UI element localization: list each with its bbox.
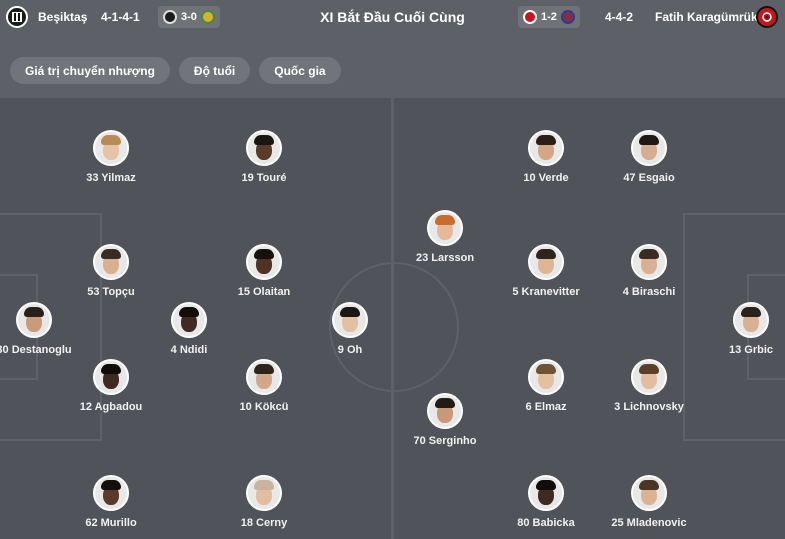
player-name[interactable]: 30 Destanoglu <box>0 344 89 357</box>
player-avatar[interactable] <box>528 359 564 395</box>
player-name[interactable]: 9 Oh <box>295 344 405 357</box>
player-avatar[interactable] <box>528 475 564 511</box>
player-name[interactable]: 10 Kökcü <box>209 401 319 414</box>
home-player[interactable]: 15 Olaitan <box>209 244 319 299</box>
home-player[interactable]: 30 Destanoglu <box>0 302 89 357</box>
player-avatar[interactable] <box>246 359 282 395</box>
opponent-mini-icon <box>560 10 575 24</box>
player-avatar[interactable] <box>246 475 282 511</box>
player-avatar[interactable] <box>528 244 564 280</box>
player-avatar[interactable] <box>631 130 667 166</box>
player-name[interactable]: 23 Larsson <box>390 252 500 265</box>
player-avatar[interactable] <box>93 244 129 280</box>
player-name[interactable]: 80 Babicka <box>491 517 601 530</box>
player-avatar[interactable] <box>16 302 52 338</box>
home-player[interactable]: 12 Agbadou <box>56 359 166 414</box>
away-team-name[interactable]: Fatih Karagümrük <box>655 10 758 24</box>
filter-market-value[interactable]: Giá trị chuyển nhượng <box>10 57 170 84</box>
player-avatar[interactable] <box>93 130 129 166</box>
player-name[interactable]: 53 Topçu <box>56 286 166 299</box>
player-name[interactable]: 4 Ndidi <box>134 344 244 357</box>
player-avatar[interactable] <box>631 475 667 511</box>
filter-nationality[interactable]: Quốc gia <box>259 57 341 84</box>
filter-age[interactable]: Độ tuổi <box>178 57 251 84</box>
away-player[interactable]: 10 Verde <box>491 130 601 185</box>
player-name[interactable]: 47 Esgaio <box>594 172 704 185</box>
player-name[interactable]: 4 Biraschi <box>594 286 704 299</box>
away-player[interactable]: 80 Babicka <box>491 475 601 530</box>
karagumruk-mini-icon <box>523 10 537 24</box>
player-name[interactable]: 13 Grbic <box>696 344 785 357</box>
player-name[interactable]: 10 Verde <box>491 172 601 185</box>
away-player[interactable]: 70 Serginho <box>390 393 500 448</box>
lineup-topbar: Beşiktaş 4-1-4-1 3-0 XI Bắt Đầu Cuối Cùn… <box>0 0 785 34</box>
player-avatar[interactable] <box>427 393 463 429</box>
player-avatar[interactable] <box>93 359 129 395</box>
home-player[interactable]: 10 Kökcü <box>209 359 319 414</box>
away-player[interactable]: 4 Biraschi <box>594 244 704 299</box>
player-avatar[interactable] <box>631 359 667 395</box>
player-name[interactable]: 62 Murillo <box>56 517 166 530</box>
player-name[interactable]: 70 Serginho <box>390 435 500 448</box>
player-avatar[interactable] <box>427 210 463 246</box>
home-player[interactable]: 62 Murillo <box>56 475 166 530</box>
home-player[interactable]: 18 Cerny <box>209 475 319 530</box>
player-name[interactable]: 18 Cerny <box>209 517 319 530</box>
player-avatar[interactable] <box>631 244 667 280</box>
player-avatar[interactable] <box>528 130 564 166</box>
player-name[interactable]: 6 Elmaz <box>491 401 601 414</box>
karagumruk-logo-icon[interactable] <box>756 6 778 28</box>
match-header: Beşiktaş 4-1-4-1 3-0 XI Bắt Đầu Cuối Cùn… <box>0 0 785 98</box>
player-name[interactable]: 12 Agbadou <box>56 401 166 414</box>
away-formation: 4-4-2 <box>605 10 634 24</box>
player-avatar[interactable] <box>246 130 282 166</box>
player-avatar[interactable] <box>733 302 769 338</box>
player-name[interactable]: 25 Mladenovic <box>594 517 704 530</box>
away-last-match[interactable]: 1-2 <box>518 6 580 28</box>
away-player[interactable]: 47 Esgaio <box>594 130 704 185</box>
away-player[interactable]: 25 Mladenovic <box>594 475 704 530</box>
player-avatar[interactable] <box>171 302 207 338</box>
player-avatar[interactable] <box>246 244 282 280</box>
player-name[interactable]: 19 Touré <box>209 172 319 185</box>
home-player[interactable]: 4 Ndidi <box>134 302 244 357</box>
player-name[interactable]: 5 Kranevitter <box>491 286 601 299</box>
away-player[interactable]: 23 Larsson <box>390 210 500 265</box>
home-player[interactable]: 9 Oh <box>295 302 405 357</box>
player-avatar[interactable] <box>93 475 129 511</box>
home-player[interactable]: 19 Touré <box>209 130 319 185</box>
home-player[interactable]: 33 Yilmaz <box>56 130 166 185</box>
player-name[interactable]: 15 Olaitan <box>209 286 319 299</box>
player-avatar[interactable] <box>332 302 368 338</box>
away-player[interactable]: 6 Elmaz <box>491 359 601 414</box>
player-name[interactable]: 3 Lichnovsky <box>594 401 704 414</box>
filter-bar: Giá trị chuyển nhượng Độ tuổi Quốc gia <box>10 57 341 84</box>
pitch: 33 Yilmaz 19 Touré 53 Topçu 15 Olaitan 30 De… <box>0 98 785 539</box>
away-player[interactable]: 3 Lichnovsky <box>594 359 704 414</box>
away-player[interactable]: 5 Kranevitter <box>491 244 601 299</box>
away-last-score: 1-2 <box>541 11 557 23</box>
home-player[interactable]: 53 Topçu <box>56 244 166 299</box>
away-player[interactable]: 13 Grbic <box>696 302 785 357</box>
player-name[interactable]: 33 Yilmaz <box>56 172 166 185</box>
